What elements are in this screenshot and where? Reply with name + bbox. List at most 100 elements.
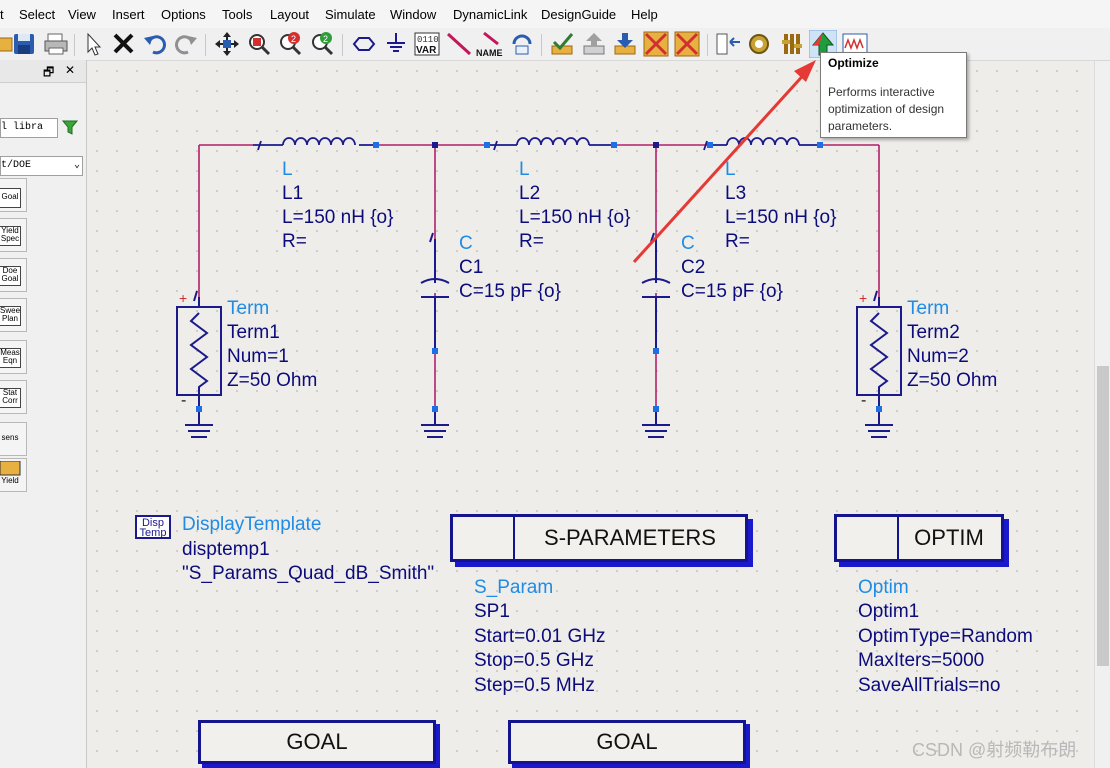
ground-icon: [185, 411, 213, 438]
check-design-icon[interactable]: [548, 30, 576, 58]
undo-icon[interactable]: [141, 30, 169, 58]
palette-item-yield-spec[interactable]: Yield Spec: [0, 218, 27, 252]
menu-window[interactable]: Window: [390, 7, 436, 22]
term2-name-label: Term2: [907, 322, 960, 343]
l1-value-label: L=150 nH {o}: [282, 207, 394, 228]
menu-designguide[interactable]: DesignGuide: [541, 7, 616, 22]
palette-item-meas-eqn[interactable]: Meas Eqn: [0, 340, 27, 374]
c1-value-label: C=15 pF {o}: [459, 281, 561, 302]
sparam-controller[interactable]: S-PARAMETERS: [450, 514, 748, 562]
port-icon[interactable]: [350, 30, 378, 58]
menu-tools[interactable]: Tools: [222, 7, 252, 22]
rotate-icon[interactable]: [508, 30, 536, 58]
menu-bar: t Select View Insert Options Tools Layou…: [0, 0, 1110, 28]
zoom-area-icon[interactable]: [245, 30, 273, 58]
capacitor-c1[interactable]: [420, 232, 450, 351]
palette-select[interactable]: t/DOE ⌄: [0, 156, 83, 176]
push-up-icon[interactable]: [580, 30, 608, 58]
vertical-scrollbar[interactable]: [1094, 61, 1110, 768]
inductor-l3[interactable]: [703, 137, 820, 151]
display-template-icon[interactable]: Disp Temp: [135, 515, 171, 539]
restore-icon[interactable]: 🗗: [43, 63, 54, 84]
palette-item-sweep-plan[interactable]: Sweep Plan: [0, 298, 27, 332]
inductor-l1[interactable]: [253, 137, 376, 151]
panel-header: 🗗 ✕: [0, 60, 86, 83]
move-icon[interactable]: [213, 30, 241, 58]
pointer-icon[interactable]: [80, 30, 108, 58]
schematic-canvas[interactable]: + - + - L L1 L=150 nH {o} R= L L2 L=150 …: [87, 61, 1094, 768]
term2-type-label: Term: [907, 298, 950, 319]
simulate-gear-icon[interactable]: [745, 30, 773, 58]
term1-num-label: Num=1: [227, 346, 289, 367]
library-search-input[interactable]: l libra: [0, 118, 58, 138]
menu-help[interactable]: Help: [631, 7, 658, 22]
wire-icon[interactable]: [445, 30, 473, 58]
menu-layout[interactable]: Layout: [270, 7, 309, 22]
l1-type-label: L: [282, 159, 293, 180]
deactivate-icon[interactable]: [642, 30, 670, 58]
goal-2[interactable]: GOAL: [508, 720, 746, 764]
menu-options[interactable]: Options: [161, 7, 206, 22]
close-icon[interactable]: ✕: [65, 63, 75, 77]
zoom-out-icon[interactable]: 2: [308, 30, 336, 58]
goal-1[interactable]: GOAL: [198, 720, 436, 764]
l2-type-label: L: [519, 159, 530, 180]
l3-value-label: L=150 nH {o}: [725, 207, 837, 228]
l1-name-label: L1: [282, 183, 304, 204]
c2-type-label: C: [681, 233, 695, 254]
palette-item-yield[interactable]: Yield: [0, 458, 27, 492]
l3-name-label: L3: [725, 183, 747, 204]
palette-item-goal[interactable]: Goal: [0, 178, 27, 212]
l2-name-label: L2: [519, 183, 541, 204]
term2-num-label: Num=2: [907, 346, 969, 367]
palette-item-stat-corr[interactable]: Stat Corr: [0, 380, 27, 414]
palette-item-sens[interactable]: sens: [0, 422, 27, 456]
optim-type-label: Optim: [858, 577, 909, 598]
push-down-icon[interactable]: [611, 30, 639, 58]
optim-controller[interactable]: OPTIM: [834, 514, 1004, 562]
filter-icon[interactable]: [61, 119, 79, 140]
menu-view[interactable]: View: [68, 7, 96, 22]
component-palette-panel: 🗗 ✕ l libra t/DOE ⌄ Goal Yield Spec Doe G…: [0, 60, 87, 768]
sparam-stop-label: Stop=0.5 GHz: [474, 650, 594, 671]
tooltip-body: Performs interactive optimization of des…: [828, 85, 945, 133]
zoom-in-icon[interactable]: 2: [276, 30, 304, 58]
displaytemplate-name-label: disptemp1: [182, 539, 270, 560]
optim-maxiters-label: MaxIters=5000: [858, 650, 985, 671]
print-icon[interactable]: [42, 30, 70, 58]
tooltip-title: Optimize: [828, 56, 879, 70]
capacitor-c2[interactable]: [641, 232, 671, 351]
svg-text:-: -: [181, 392, 186, 409]
save-icon[interactable]: [11, 30, 39, 58]
l2-r-label: R=: [519, 231, 544, 252]
redo-icon[interactable]: [172, 30, 200, 58]
menu-select[interactable]: Select: [19, 7, 55, 22]
menu-simulate[interactable]: Simulate: [325, 7, 376, 22]
menu-dynamiclink[interactable]: DynamicLink: [453, 7, 527, 22]
delete-icon[interactable]: [110, 30, 138, 58]
short-component-icon[interactable]: [673, 30, 701, 58]
svg-text:2: 2: [291, 34, 296, 44]
optim-name-label: Optim1: [858, 601, 920, 622]
svg-text:0110: 0110: [417, 35, 439, 45]
scrollbar-thumb[interactable]: [1097, 366, 1109, 666]
optimize-tooltip: Optimize Performs interactive optimizati…: [820, 52, 967, 138]
name-icon[interactable]: NAME: [476, 30, 504, 58]
sparam-title: S-PARAMETERS: [544, 525, 716, 550]
l1-r-label: R=: [282, 231, 307, 252]
term1-name-label: Term1: [227, 322, 280, 343]
term1-type-label: Term: [227, 298, 270, 319]
palette-item-doe-goal[interactable]: Doe Goal: [0, 258, 27, 292]
sparam-type-label: S_Param: [474, 577, 554, 598]
tuning-icon[interactable]: [778, 30, 806, 58]
menu-edit-partial[interactable]: t: [0, 7, 4, 22]
inductor-l2[interactable]: [487, 137, 614, 151]
menu-insert[interactable]: Insert: [112, 7, 145, 22]
c1-name-label: C1: [459, 257, 484, 278]
optim-saveall-label: SaveAllTrials=no: [858, 675, 1001, 696]
ground-icon[interactable]: [382, 30, 410, 58]
var-icon[interactable]: 0110 VAR: [413, 30, 441, 58]
ground-icon: [865, 411, 893, 438]
ground-icon: [642, 409, 670, 438]
simulation-setup-icon[interactable]: [714, 30, 742, 58]
